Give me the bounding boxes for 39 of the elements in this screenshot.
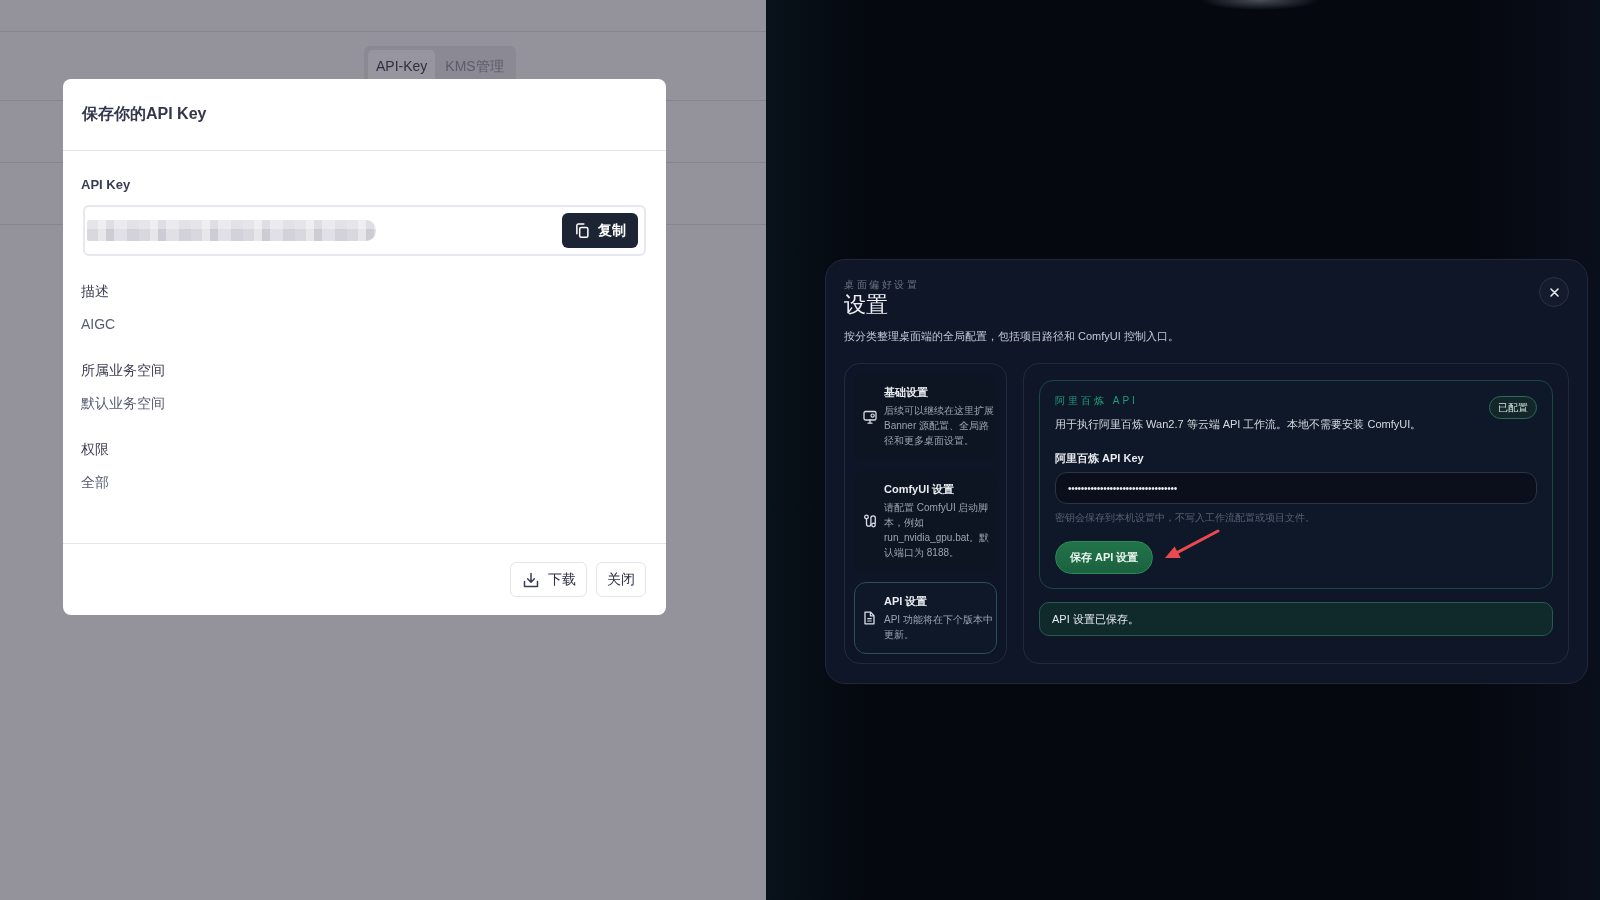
field-value: 默认业务空间 bbox=[81, 394, 166, 413]
dialog-subtitle: 按分类整理桌面端的全局配置，包括项目路径和 ComfyUI 控制入口。 bbox=[844, 329, 1179, 344]
field-label: 描述 bbox=[81, 282, 110, 301]
monitor-icon bbox=[863, 409, 877, 424]
nav-item-title: ComfyUI 设置 bbox=[884, 482, 956, 496]
download-icon bbox=[523, 571, 539, 588]
route-icon bbox=[863, 514, 877, 528]
field-value: 全部 bbox=[81, 473, 110, 492]
close-icon bbox=[1549, 287, 1559, 297]
document-icon bbox=[863, 611, 877, 625]
section-description: 用于执行阿里百炼 Wan2.7 等云端 API 工作流。本地不需要安装 ComfyUI。 bbox=[1055, 417, 1423, 432]
pointer-arrow bbox=[1163, 528, 1221, 559]
dialog-title: 保存你的API Key bbox=[82, 103, 207, 124]
settings-nav-item[interactable]: 基础设置 后续可以继续在这里扩展 Banner 源配置、全局路径和更多桌面设置。 bbox=[854, 373, 997, 460]
dialog-title: 设置 bbox=[844, 291, 889, 319]
nav-item-description: API 功能将在下个版本中更新。 bbox=[884, 613, 994, 642]
api-key-field[interactable]: 复制 bbox=[83, 205, 646, 256]
nav-item-title: 基础设置 bbox=[884, 385, 929, 399]
nav-item-title: API 设置 bbox=[884, 594, 929, 608]
nav-item-description: 后续可以继续在这里扩展 Banner 源配置、全局路径和更多桌面设置。 bbox=[884, 404, 995, 448]
download-button[interactable]: 下载 bbox=[510, 562, 587, 597]
nav-item-description: 请配置 ComfyUI 启动脚本，例如 run_nvidia_gpu.bat。默认端口为 8188。 bbox=[884, 501, 991, 560]
close-button[interactable]: 关闭 bbox=[596, 562, 646, 597]
copy-button[interactable]: 复制 bbox=[562, 213, 638, 248]
field-value: AIGC bbox=[81, 315, 117, 334]
field-label: 所属业务空间 bbox=[81, 361, 166, 380]
settings-nav-item[interactable]: ComfyUI 设置 请配置 ComfyUI 启动脚本，例如 run_nvidia_gpu.bat。默认端口为 8188。 bbox=[854, 470, 997, 572]
field-label: 阿里百炼 API Key bbox=[1055, 451, 1145, 465]
close-button[interactable] bbox=[1539, 277, 1569, 307]
eyebrow-label: 桌面偏好设置 bbox=[844, 278, 920, 291]
copy-icon bbox=[575, 223, 589, 238]
field-label: API Key bbox=[81, 177, 132, 193]
save-button[interactable]: 保存 API 设置 bbox=[1055, 541, 1154, 574]
section-eyebrow: 阿里百炼 API bbox=[1055, 395, 1139, 407]
status-badge: 已配置 bbox=[1489, 396, 1537, 419]
status-message: API 设置已保存。 bbox=[1039, 602, 1553, 636]
api-key-input[interactable]: •••••••••••••••••••••••••••••••••• bbox=[1055, 472, 1537, 504]
settings-nav-item[interactable]: API 设置 API 功能将在下个版本中更新。 bbox=[854, 582, 997, 654]
field-label: 权限 bbox=[81, 440, 110, 459]
